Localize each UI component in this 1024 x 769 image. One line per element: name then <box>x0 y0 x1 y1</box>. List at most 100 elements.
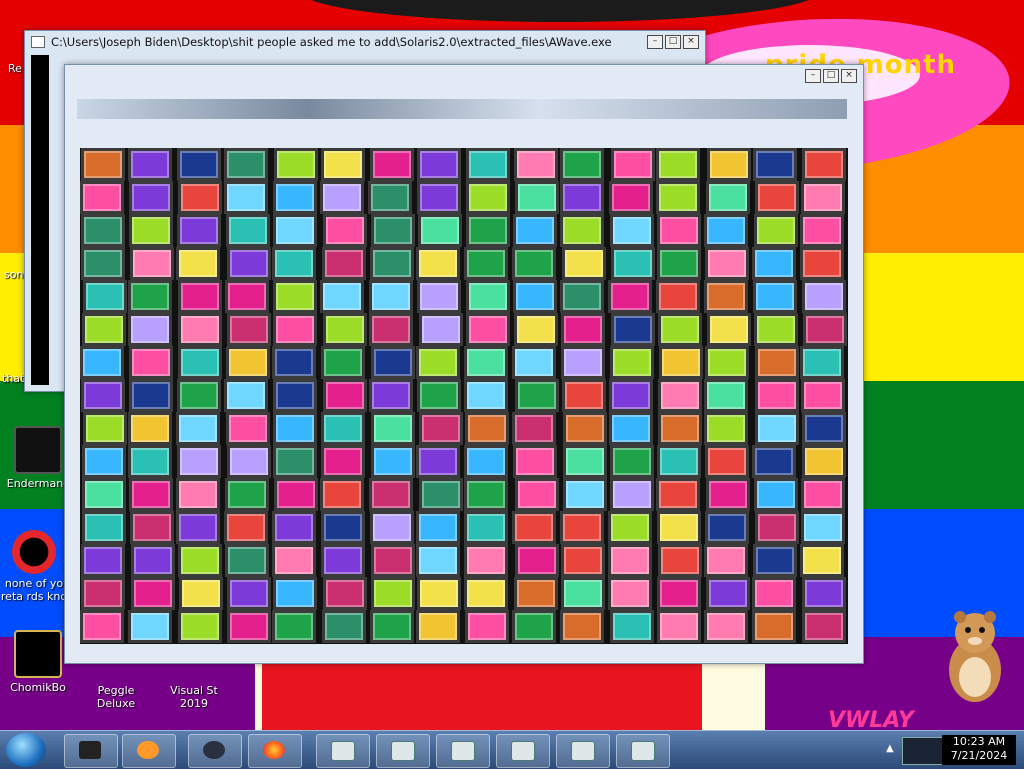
glitch-tile <box>658 412 702 445</box>
taskbar-item-media-player[interactable] <box>122 734 176 768</box>
taskbar-item-window[interactable] <box>556 734 610 768</box>
window-titlebar[interactable]: C:\Users\Joseph Biden\Desktop\shit peopl… <box>25 31 705 53</box>
glitch-tile <box>371 445 415 478</box>
glitch-tile <box>323 313 367 346</box>
taskbar-item-camera[interactable] <box>188 734 242 768</box>
glitch-tile <box>371 577 415 610</box>
glitch-tile <box>656 478 700 511</box>
glitch-tile <box>610 214 654 247</box>
glitch-tile <box>704 412 748 445</box>
tray-expand-icon[interactable]: ▲ <box>886 743 894 754</box>
system-tray: ▲ 10:23 AM 7/21/2024 <box>884 731 1024 769</box>
window-controls: – □ × <box>805 69 857 83</box>
glitch-tile <box>321 544 365 577</box>
desktop-icon-peggle-deluxe[interactable]: Peggle Deluxe <box>78 684 154 710</box>
taskbar-item-window[interactable] <box>376 734 430 768</box>
glitch-tile <box>659 346 703 379</box>
glitch-tile <box>801 478 845 511</box>
glitch-tile <box>178 610 222 643</box>
glitch-tile <box>515 544 559 577</box>
glitch-tile <box>705 247 749 280</box>
glitch-tile <box>272 247 316 280</box>
clock-date: 7/21/2024 <box>950 749 1008 762</box>
window-titlebar[interactable] <box>65 65 863 87</box>
taskbar-item-window[interactable] <box>616 734 670 768</box>
glitch-tile <box>227 247 271 280</box>
glitch-tile <box>657 214 701 247</box>
glitch-tile <box>466 214 510 247</box>
glitch-tile <box>755 181 799 214</box>
desktop-icon-label: Visual St 2019 <box>170 684 218 710</box>
minimize-button[interactable]: – <box>805 69 821 83</box>
glitch-tile <box>800 544 844 577</box>
glitch-tile <box>129 214 173 247</box>
close-button[interactable]: × <box>683 35 699 49</box>
glitch-tile <box>273 445 317 478</box>
glitch-tile <box>464 577 508 610</box>
glitch-tile <box>800 346 844 379</box>
desktop-icon-label: Endermanc <box>6 477 70 490</box>
glitch-tile <box>656 181 700 214</box>
glitch-tile <box>560 148 604 181</box>
glitch-tile <box>563 412 607 445</box>
glitch-tile <box>512 610 556 643</box>
glitch-tile <box>272 610 316 643</box>
glitch-tile <box>177 379 221 412</box>
glitch-tile <box>83 280 127 313</box>
glitch-tile <box>562 379 606 412</box>
minimize-button[interactable]: – <box>647 35 663 49</box>
taskbar-item-window[interactable] <box>496 734 550 768</box>
glitch-tile <box>706 577 750 610</box>
glitch-tile <box>323 379 367 412</box>
glitch-tile <box>754 214 798 247</box>
glitch-tile <box>657 445 701 478</box>
desktop-icon-none-of-you[interactable]: none of yo reta rds kno <box>0 530 68 603</box>
glitch-tile <box>608 577 652 610</box>
glitch-tile <box>272 544 316 577</box>
glitch-tile <box>226 214 270 247</box>
glitch-tile <box>227 445 271 478</box>
glitch-tile <box>512 346 556 379</box>
glitch-tile <box>560 214 604 247</box>
glitch-tile <box>610 445 654 478</box>
wallpaper-red-shape <box>262 660 702 738</box>
glitch-tile <box>609 412 653 445</box>
glitch-tile <box>322 247 366 280</box>
window-icon <box>631 741 655 761</box>
glitch-tile <box>608 544 652 577</box>
window-client-area <box>31 55 49 385</box>
glitch-tile <box>369 280 413 313</box>
glitch-tile <box>658 379 702 412</box>
glitch-tile <box>323 577 367 610</box>
glitch-tile <box>802 412 846 445</box>
glitch-tile <box>176 412 220 445</box>
glitch-tile <box>801 379 845 412</box>
maximize-button[interactable]: □ <box>665 35 681 49</box>
glitch-tile <box>371 214 415 247</box>
glitch-tile <box>752 577 796 610</box>
glitch-tile <box>609 379 653 412</box>
desktop-icon-visual-studio[interactable]: Visual St 2019 <box>156 684 232 710</box>
glitch-tile <box>369 379 413 412</box>
taskbar-item-window[interactable] <box>316 734 370 768</box>
glitch-tile <box>464 247 508 280</box>
taskbar-item-explorer[interactable] <box>64 734 118 768</box>
glitch-tile <box>752 247 796 280</box>
clock[interactable]: 10:23 AM 7/21/2024 <box>942 735 1016 765</box>
camera-icon <box>203 741 225 759</box>
glitch-tile <box>753 280 797 313</box>
maximize-button[interactable]: □ <box>823 69 839 83</box>
taskbar-item-window[interactable] <box>436 734 490 768</box>
glitch-tile <box>704 214 748 247</box>
start-button[interactable] <box>6 733 46 767</box>
glitch-tile <box>656 148 700 181</box>
glitch-tile <box>704 280 748 313</box>
glitch-tile <box>513 214 557 247</box>
glitch-tile <box>130 511 174 544</box>
glitch-tile <box>225 544 269 577</box>
taskbar-item-firefox[interactable] <box>248 734 302 768</box>
glitch-tile <box>321 148 365 181</box>
glitch-tile <box>368 181 412 214</box>
glitch-tile <box>321 511 365 544</box>
close-button[interactable]: × <box>841 69 857 83</box>
